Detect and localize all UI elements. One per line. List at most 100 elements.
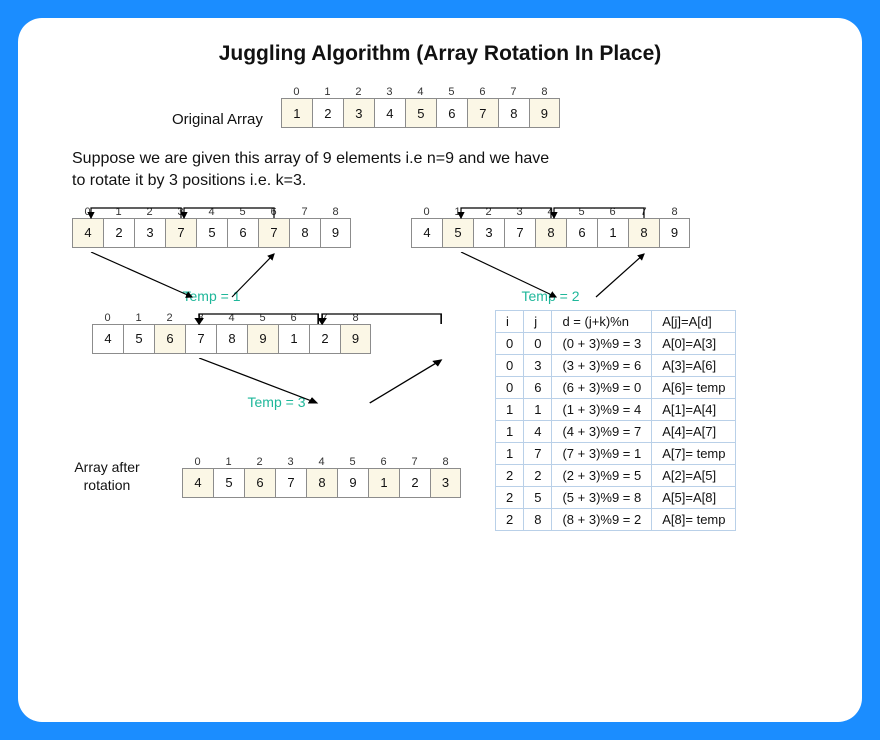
array-index: 3 [504,206,535,218]
array-cell: 2 [399,468,430,498]
array-index: 6 [258,206,289,218]
array-cell: 5 [405,98,436,128]
array-index: 2 [154,312,185,324]
table-cell: A[4]=A[7] [652,420,736,442]
step2-temp: Temp = 2 [411,288,690,304]
table-row: 00(0 + 3)%9 = 3A[0]=A[3] [496,332,736,354]
array-index: 6 [597,206,628,218]
array-cell: 1 [281,98,312,128]
table-cell: (1 + 3)%9 = 4 [552,398,652,420]
array-cell: 1 [597,218,628,248]
array-index: 3 [275,456,306,468]
array-index: 0 [72,206,103,218]
array-cell: 4 [374,98,405,128]
array-cell: 4 [92,324,123,354]
table-cell: 1 [496,420,524,442]
array-cell: 8 [628,218,659,248]
array-cell: 5 [213,468,244,498]
table-cell: 0 [496,376,524,398]
array-index: 4 [306,456,337,468]
table-row: 11(1 + 3)%9 = 4A[1]=A[4] [496,398,736,420]
array-index: 5 [436,86,467,98]
table-row: 03(3 + 3)%9 = 6A[3]=A[6] [496,354,736,376]
step-2: 012345678 453786189 Temp = 2 [411,206,690,304]
array-index: 8 [320,206,351,218]
array-index: 5 [247,312,278,324]
table-cell: A[7]= temp [652,442,736,464]
th-i: i [496,310,524,332]
steps-row: 012345678 423756789 Temp = 1 012345678 4… [72,206,828,304]
step-1: 012345678 423756789 Temp = 1 [72,206,351,304]
original-array-label: Original Array [172,111,263,128]
array-cell: 9 [337,468,368,498]
array-index: 1 [213,456,244,468]
table-cell: 0 [496,354,524,376]
original-indices: 012345678 [281,86,560,98]
array-cell: 5 [123,324,154,354]
table-body: 00(0 + 3)%9 = 3A[0]=A[3]03(3 + 3)%9 = 6A… [496,332,736,530]
table-row: 22(2 + 3)%9 = 5A[2]=A[5] [496,464,736,486]
array-cell: 6 [154,324,185,354]
array-cell: 8 [498,98,529,128]
lower-row: 012345678 456789129 Temp = 3 Array after… [52,312,828,531]
array-cell: 7 [275,468,306,498]
array-index: 5 [227,206,258,218]
array-cell: 5 [196,218,227,248]
step3-cells: 456789129 [92,324,371,354]
array-index: 1 [312,86,343,98]
array-cell: 2 [312,98,343,128]
final-array-label: Array after rotation [52,459,162,494]
table-row: 28(8 + 3)%9 = 2A[8]= temp [496,508,736,530]
array-index: 7 [628,206,659,218]
table-cell: (3 + 3)%9 = 6 [552,354,652,376]
array-cell: 8 [306,468,337,498]
array-cell: 3 [473,218,504,248]
step1-temp: Temp = 1 [72,288,351,304]
table-cell: A[5]=A[8] [652,486,736,508]
table-row: 17(7 + 3)%9 = 1A[7]= temp [496,442,736,464]
table-cell: (7 + 3)%9 = 1 [552,442,652,464]
array-cell: 6 [244,468,275,498]
array-index: 8 [430,456,461,468]
table-cell: A[0]=A[3] [652,332,736,354]
array-index: 5 [337,456,368,468]
final-indices: 012345678 [182,456,461,468]
array-index: 7 [309,312,340,324]
table-cell: 3 [524,354,552,376]
array-cell: 8 [216,324,247,354]
table-cell: (8 + 3)%9 = 2 [552,508,652,530]
array-index: 4 [405,86,436,98]
th-d: d = (j+k)%n [552,310,652,332]
array-cell: 6 [566,218,597,248]
array-cell: 6 [436,98,467,128]
array-cell: 2 [103,218,134,248]
array-cell: 3 [430,468,461,498]
array-cell: 7 [504,218,535,248]
array-cell: 4 [411,218,442,248]
step2-cells: 453786189 [411,218,690,248]
array-cell: 9 [340,324,371,354]
table-cell: (5 + 3)%9 = 8 [552,486,652,508]
array-index: 2 [244,456,275,468]
array-index: 3 [374,86,405,98]
array-index: 1 [442,206,473,218]
table-cell: 7 [524,442,552,464]
diagram-card: Juggling Algorithm (Array Rotation In Pl… [18,18,862,722]
array-index: 4 [196,206,227,218]
table-cell: 8 [524,508,552,530]
description-text: Suppose we are given this array of 9 ele… [72,148,552,191]
array-index: 2 [343,86,374,98]
array-cell: 9 [529,98,560,128]
table-cell: A[3]=A[6] [652,354,736,376]
array-index: 8 [529,86,560,98]
array-cell: 4 [72,218,103,248]
table-cell: A[2]=A[5] [652,464,736,486]
array-cell: 7 [258,218,289,248]
table-cell: 0 [496,332,524,354]
array-cell: 4 [182,468,213,498]
array-cell: 9 [320,218,351,248]
original-cells: 123456789 [281,98,560,128]
table-row: 14(4 + 3)%9 = 7A[4]=A[7] [496,420,736,442]
array-cell: 3 [134,218,165,248]
th-j: j [524,310,552,332]
